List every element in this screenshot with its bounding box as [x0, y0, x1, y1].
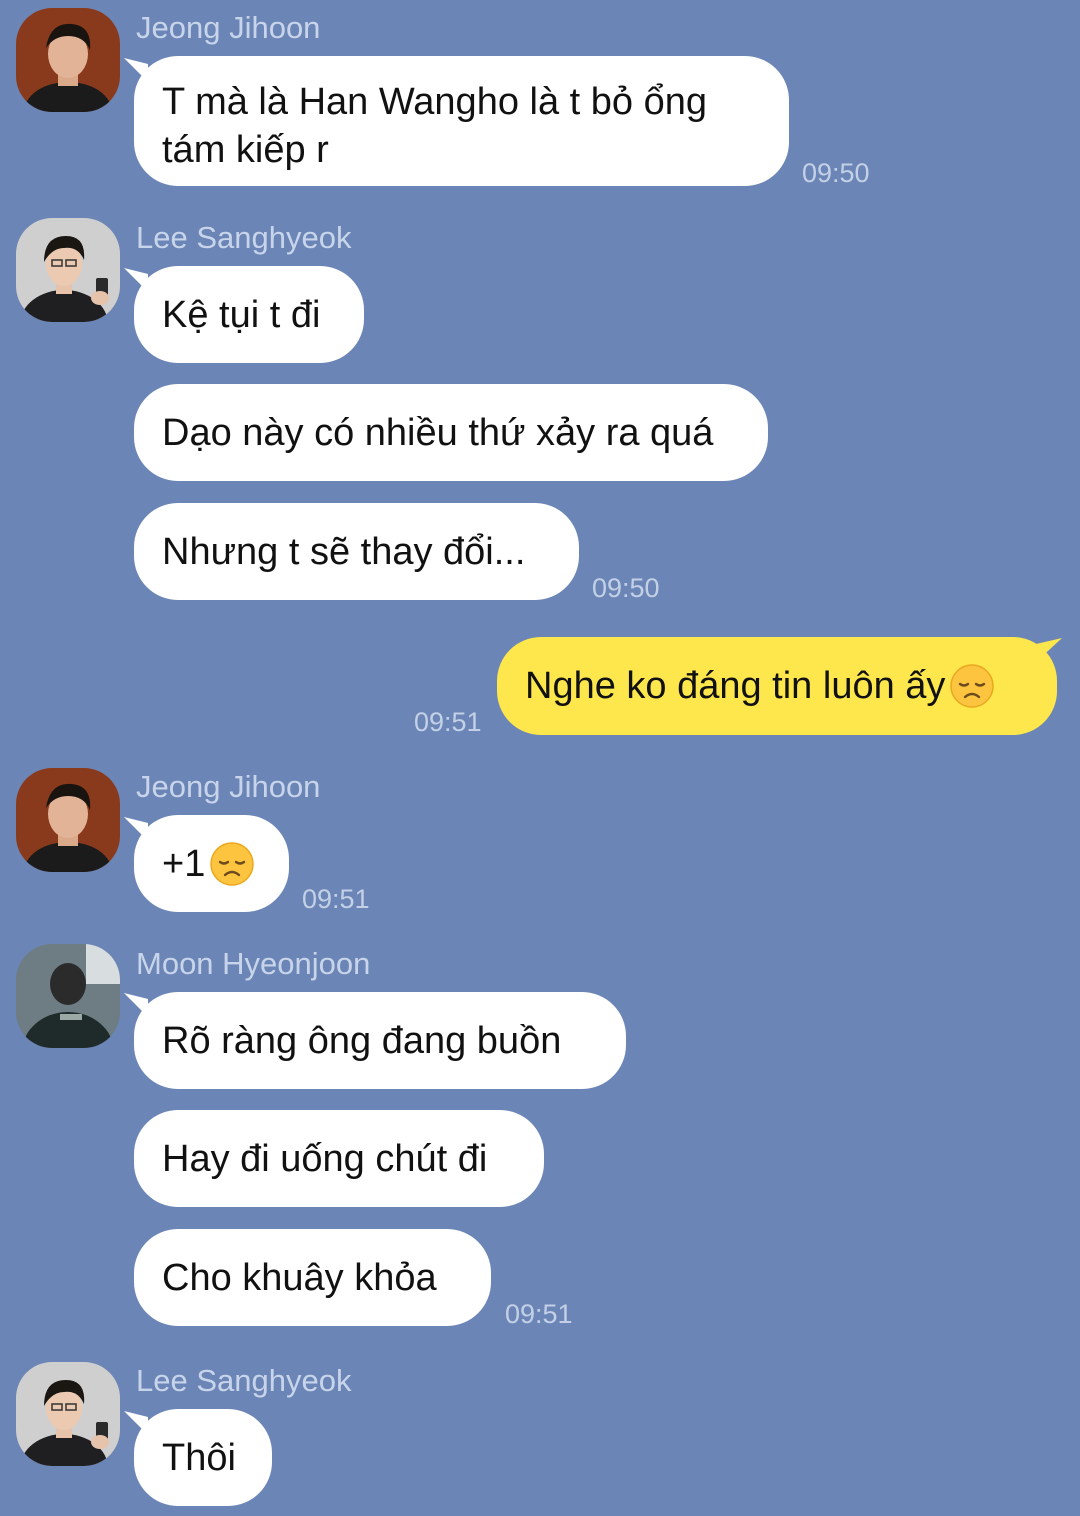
disappointed-face-icon	[949, 663, 995, 709]
message-text: +1	[162, 842, 206, 885]
message-bubble-outgoing[interactable]: Nghe ko đáng tin luôn ấy	[497, 637, 1057, 735]
message-time: 09:51	[414, 707, 482, 737]
message-bubble[interactable]: Thôi	[134, 1409, 272, 1506]
message-text: Thôi	[162, 1436, 236, 1479]
message-bubble[interactable]: Hay đi uống chút đi	[134, 1110, 544, 1207]
sender-name: Moon Hyeonjoon	[136, 946, 371, 981]
message-time: 09:51	[302, 884, 370, 914]
message-time: 09:51	[505, 1299, 573, 1329]
message-text: Hay đi uống chút đi	[162, 1137, 488, 1180]
avatar-lee-sanghyeok[interactable]	[16, 218, 120, 322]
avatar-jeong-jihoon[interactable]	[16, 768, 120, 872]
message-time: 09:50	[802, 158, 870, 188]
sender-name: Jeong Jihoon	[136, 10, 321, 45]
sender-name: Jeong Jihoon	[136, 769, 321, 804]
chat-view: Jeong Jihoon T mà là Han Wangho là t bỏ …	[0, 0, 1080, 1516]
avatar-jeong-jihoon[interactable]	[16, 8, 120, 112]
avatar-moon-hyeonjoon[interactable]	[16, 944, 120, 1048]
message-text: T mà là Han Wangho là t bỏ ổng tám kiếp …	[162, 81, 707, 171]
message-bubble[interactable]: Rõ ràng ông đang buồn	[134, 992, 626, 1089]
message-bubble[interactable]: Cho khuây khỏa	[134, 1229, 491, 1326]
message-bubble[interactable]: Nhưng t sẽ thay đổi...	[134, 503, 579, 600]
message-bubble[interactable]: Dạo này có nhiều thứ xảy ra quá	[134, 384, 768, 481]
message-bubble[interactable]: T mà là Han Wangho là t bỏ ổng tám kiếp …	[134, 56, 789, 186]
message-text: Rõ ràng ông đang buồn	[162, 1019, 562, 1062]
sender-name: Lee Sanghyeok	[136, 1363, 352, 1398]
message-bubble[interactable]: +1	[134, 815, 289, 912]
message-text: Kệ tụi t đi	[162, 293, 321, 336]
message-time: 09:50	[592, 573, 660, 603]
message-bubble[interactable]: Kệ tụi t đi	[134, 266, 364, 363]
disappointed-face-icon	[209, 841, 255, 887]
avatar-lee-sanghyeok[interactable]	[16, 1362, 120, 1466]
message-text: Dạo này có nhiều thứ xảy ra quá	[162, 411, 714, 454]
message-text: Nghe ko đáng tin luôn ấy	[525, 665, 946, 707]
sender-name: Lee Sanghyeok	[136, 220, 352, 255]
message-text: Nhưng t sẽ thay đổi...	[162, 530, 526, 573]
message-text: Cho khuây khỏa	[162, 1256, 437, 1299]
